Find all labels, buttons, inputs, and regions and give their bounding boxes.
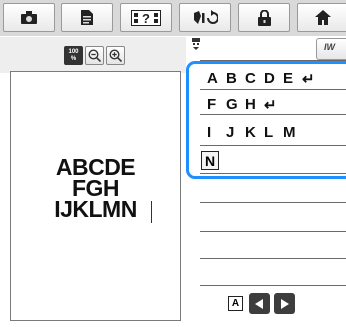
- char-m[interactable]: M: [283, 124, 302, 144]
- char-k[interactable]: K: [245, 124, 264, 144]
- zoom-level-unit: %: [70, 55, 77, 62]
- svg-text:?: ?: [142, 11, 150, 26]
- char-c[interactable]: C: [245, 70, 264, 90]
- editor-rule: [200, 258, 346, 259]
- editor-line-2[interactable]: F G H ↵: [207, 96, 283, 116]
- arrow-right-icon: [281, 298, 289, 309]
- toolbar: ?: [0, 0, 346, 36]
- document-icon: [81, 10, 93, 25]
- char-mode-toggle[interactable]: A: [228, 296, 243, 311]
- lock-button[interactable]: [238, 3, 290, 32]
- pattern-preview: ABCDE FGH IJKLMN: [10, 71, 181, 321]
- char-h[interactable]: H: [245, 96, 264, 116]
- help-button[interactable]: ?: [120, 3, 172, 32]
- document-button[interactable]: [61, 3, 113, 32]
- help-icon: ?: [131, 9, 161, 26]
- editor-rule: [200, 231, 346, 232]
- char-j[interactable]: J: [226, 124, 245, 144]
- char-f[interactable]: F: [207, 96, 226, 116]
- char-e[interactable]: E: [283, 70, 302, 90]
- editor-line-3[interactable]: I J K L M: [207, 124, 302, 144]
- editor-rule: [200, 285, 346, 286]
- cursor-right-button[interactable]: [274, 293, 295, 314]
- rotate-icon: [194, 9, 218, 24]
- editor-line-1[interactable]: A B C D E ↵: [207, 70, 321, 90]
- cursor-left-button[interactable]: [249, 293, 270, 314]
- lock-icon: [257, 9, 271, 26]
- zoom-out-icon: [88, 49, 101, 62]
- arrow-left-icon: [255, 298, 263, 309]
- zoom-in-button[interactable]: [106, 46, 125, 65]
- zoom-bar: 100 %: [0, 37, 186, 73]
- zoom-out-button[interactable]: [85, 46, 104, 65]
- preview-line-3: IJKLMN: [54, 196, 137, 222]
- zoom-level-value: 100: [68, 48, 79, 55]
- char-i[interactable]: I: [207, 124, 226, 144]
- font-select-button[interactable]: IW: [316, 38, 346, 60]
- cursor-char-n[interactable]: N: [201, 151, 219, 170]
- char-b[interactable]: B: [226, 70, 245, 90]
- camera-button[interactable]: [3, 3, 55, 32]
- newline-icon[interactable]: ↵: [302, 70, 321, 90]
- editor-rule: [200, 202, 346, 203]
- camera-icon: [21, 11, 37, 24]
- home-button[interactable]: [297, 3, 346, 32]
- char-d[interactable]: D: [264, 70, 283, 90]
- move-handle-icon[interactable]: [192, 38, 202, 50]
- text-caret: [151, 201, 152, 223]
- zoom-level-badge: 100 %: [64, 46, 83, 65]
- font-icon: IW: [324, 42, 335, 52]
- home-icon: [315, 10, 331, 25]
- newline-icon[interactable]: ↵: [264, 96, 283, 116]
- char-a[interactable]: A: [207, 70, 226, 90]
- char-l[interactable]: L: [264, 124, 283, 144]
- char-g[interactable]: G: [226, 96, 245, 116]
- rotate-button[interactable]: [179, 3, 231, 32]
- zoom-in-icon: [109, 49, 122, 62]
